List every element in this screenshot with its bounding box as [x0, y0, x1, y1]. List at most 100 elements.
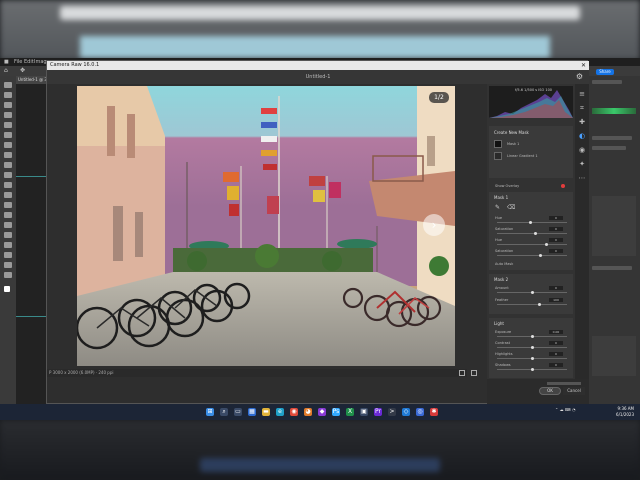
- move-tool-icon[interactable]: [4, 82, 12, 88]
- slider-value-field[interactable]: 0.00: [549, 330, 563, 334]
- photo-preview[interactable]: 1/2 ›: [77, 86, 455, 366]
- slider-thumb[interactable]: [529, 221, 533, 224]
- create-mask-label[interactable]: Create New Mask: [494, 130, 529, 135]
- mask-item[interactable]: Mask 1: [507, 142, 519, 146]
- document-tab[interactable]: Untitled-1 @ 33.3%: [16, 76, 46, 84]
- mask-icon[interactable]: ◐: [578, 132, 586, 140]
- shape-tool-icon[interactable]: [4, 252, 12, 258]
- menu-file[interactable]: File: [14, 58, 22, 66]
- slider-thumb[interactable]: [530, 346, 534, 349]
- brush-tool-icon[interactable]: [4, 152, 12, 158]
- pen-tool-icon[interactable]: [4, 222, 12, 228]
- slider-thumb[interactable]: [530, 291, 534, 294]
- history-brush-icon[interactable]: [4, 172, 12, 178]
- crop-tool-icon[interactable]: [4, 122, 12, 128]
- search-icon[interactable]: ⌕: [220, 408, 228, 416]
- edit-icon[interactable]: ≡: [578, 90, 586, 98]
- path-select-icon[interactable]: [4, 242, 12, 248]
- more-icon[interactable]: ⋯: [578, 174, 586, 182]
- compare-icon[interactable]: [471, 370, 477, 376]
- light-section-title[interactable]: Light: [494, 321, 504, 326]
- zoom-tool-icon[interactable]: [4, 272, 12, 278]
- slider-thumb[interactable]: [534, 232, 537, 235]
- photoshop-icon[interactable]: Ps: [332, 408, 340, 416]
- ok-button[interactable]: OK: [539, 387, 561, 395]
- vscode-icon[interactable]: ◇: [402, 408, 410, 416]
- slider-value-field[interactable]: 0: [549, 227, 563, 231]
- slider-value-field[interactable]: 0: [549, 216, 563, 220]
- slider-thumb[interactable]: [530, 335, 534, 338]
- hand-tool-icon[interactable]: [4, 262, 12, 268]
- slider-value-field[interactable]: 0: [549, 249, 563, 253]
- gradient-mask-icon[interactable]: [494, 152, 502, 160]
- slider-value-field[interactable]: 100: [549, 298, 563, 302]
- redeye-icon[interactable]: ◉: [578, 146, 586, 154]
- brush-icon[interactable]: ✎: [495, 204, 500, 211]
- eraser-icon[interactable]: ⌫: [507, 204, 515, 211]
- slider-thumb[interactable]: [538, 254, 542, 257]
- auto-mask-checkbox[interactable]: Auto Mask: [495, 262, 513, 266]
- premiere-icon[interactable]: Pr: [374, 408, 382, 416]
- widgets-icon[interactable]: ▦: [248, 408, 256, 416]
- menu-edit[interactable]: Edit: [24, 58, 34, 66]
- slider-track[interactable]: [497, 244, 567, 245]
- mask-thumbnail[interactable]: [494, 140, 502, 148]
- windows-start-icon[interactable]: ⊞: [206, 408, 214, 416]
- panel-tab[interactable]: [592, 80, 622, 84]
- blur-tool-icon[interactable]: [4, 202, 12, 208]
- share-button[interactable]: Share: [596, 69, 614, 75]
- chrome-icon[interactable]: ◉: [290, 408, 298, 416]
- slider-thumb[interactable]: [530, 368, 534, 371]
- stamp-tool-icon[interactable]: [4, 162, 12, 168]
- type-tool-icon[interactable]: [4, 232, 12, 238]
- slider-value-field[interactable]: 0: [549, 286, 563, 290]
- taskbar-clock[interactable]: 9:36 AM 6/1/2023: [606, 406, 634, 418]
- cancel-button[interactable]: Cancel: [563, 387, 585, 395]
- firefox-icon[interactable]: ◕: [304, 408, 312, 416]
- task-view-icon[interactable]: ▭: [234, 408, 242, 416]
- system-tray[interactable]: ⌃ ☁ ⌨ ◔: [555, 407, 575, 412]
- next-image-button[interactable]: ›: [423, 214, 445, 236]
- marquee-tool-icon[interactable]: [4, 92, 12, 98]
- dodge-tool-icon[interactable]: [4, 212, 12, 218]
- slider-value-field[interactable]: 0: [549, 363, 563, 367]
- slider-thumb[interactable]: [537, 303, 541, 306]
- slider-thumb[interactable]: [544, 243, 548, 246]
- app-icon[interactable]: ◆: [318, 408, 326, 416]
- slider-value-field[interactable]: 0: [549, 341, 563, 345]
- close-icon[interactable]: ✕: [581, 62, 586, 69]
- file-explorer-icon[interactable]: ▬: [262, 408, 270, 416]
- home-icon[interactable]: ⌂: [4, 67, 8, 74]
- healing-tool-icon[interactable]: [4, 142, 12, 148]
- mask-item[interactable]: Linear Gradient 1: [507, 154, 538, 158]
- terminal-icon[interactable]: >: [388, 408, 396, 416]
- gradient-tool-icon[interactable]: [4, 192, 12, 198]
- overlay-label[interactable]: Show Overlay: [495, 184, 519, 188]
- slider-track[interactable]: [497, 255, 567, 256]
- slider-track[interactable]: [497, 233, 567, 234]
- mask2-section: Mask 2 Amount 0 Feather 100: [489, 274, 573, 314]
- app2-icon[interactable]: ▣: [360, 408, 368, 416]
- slider-value-field[interactable]: 0: [549, 352, 563, 356]
- slider-value-field[interactable]: 0: [549, 238, 563, 242]
- heal-icon[interactable]: ✚: [578, 118, 586, 126]
- crop-icon[interactable]: ⌗: [578, 104, 586, 112]
- app4-icon[interactable]: ✱: [430, 408, 438, 416]
- select-tool-icon[interactable]: [4, 112, 12, 118]
- slider-thumb[interactable]: [530, 357, 534, 360]
- app3-icon[interactable]: ◎: [416, 408, 424, 416]
- gear-icon[interactable]: ⚙: [576, 72, 583, 82]
- before-after-icon[interactable]: [459, 370, 465, 376]
- overlay-color-swatch[interactable]: [561, 184, 565, 188]
- excel-icon[interactable]: X: [346, 408, 354, 416]
- zoom-bar[interactable]: [547, 382, 581, 385]
- eyedropper-tool-icon[interactable]: [4, 132, 12, 138]
- move-tool-icon[interactable]: ✥: [20, 67, 25, 74]
- presets-icon[interactable]: ✦: [578, 160, 586, 168]
- foreground-color-swatch[interactable]: [4, 286, 10, 292]
- swatches-strip[interactable]: [592, 108, 636, 114]
- edge-icon[interactable]: e: [276, 408, 284, 416]
- eraser-tool-icon[interactable]: [4, 182, 12, 188]
- lasso-tool-icon[interactable]: [4, 102, 12, 108]
- slider-track[interactable]: [497, 304, 567, 305]
